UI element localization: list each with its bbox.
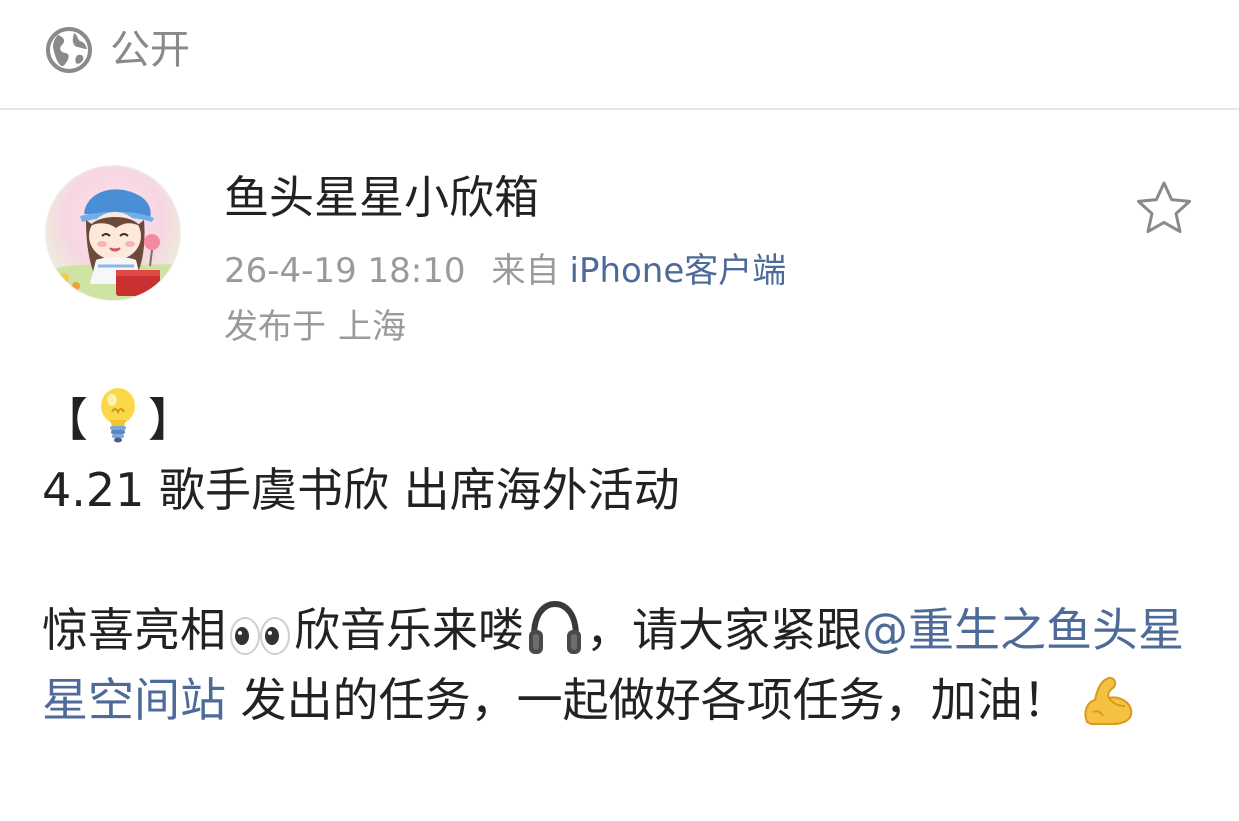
post-content: 【 】 4.21 歌手虞书欣 出席海外活动 惊喜亮相 欣音乐来喽 ，请大家紧跟@… bbox=[42, 385, 1202, 735]
client-link[interactable]: iPhone客户端 bbox=[570, 251, 787, 291]
paragraph-text-1: 惊喜亮相 bbox=[42, 603, 226, 657]
weibo-post-page: 公开 鱼头星星小欣箱 26-4-19 18:10 来自 iPhone客户端 发布… bbox=[0, 0, 1239, 821]
avatar[interactable] bbox=[45, 165, 181, 301]
visibility-bar[interactable]: 公开 bbox=[0, 0, 1239, 110]
visibility-label: 公开 bbox=[110, 27, 190, 73]
location-city: 上海 bbox=[338, 307, 406, 347]
paragraph-text-2: 欣音乐来喽 bbox=[294, 603, 524, 657]
globe-icon bbox=[46, 27, 92, 73]
post-meta: 26-4-19 18:10 来自 iPhone客户端 bbox=[224, 248, 786, 294]
post-headline: 4.21 歌手虞书欣 出席海外活动 bbox=[42, 463, 680, 517]
post-tag: 【 】 bbox=[42, 385, 1202, 455]
from-label: 来自 bbox=[491, 251, 560, 291]
tag-close-bracket: 】 bbox=[148, 393, 194, 447]
star-outline-icon[interactable] bbox=[1134, 180, 1194, 236]
author-name[interactable]: 鱼头星星小欣箱 bbox=[224, 168, 539, 228]
paragraph-text-4: 发出的任务，一起做好各项任务，加油！ bbox=[226, 673, 1069, 727]
light-bulb-emoji bbox=[101, 388, 135, 443]
headphone-emoji bbox=[529, 600, 581, 654]
post-location: 发布于 上海 bbox=[224, 304, 406, 350]
flexed-biceps-emoji bbox=[1084, 676, 1132, 725]
post-paragraph: 惊喜亮相 欣音乐来喽 ，请大家紧跟@重生之鱼头星星空间站 发出的任务，一起做好各… bbox=[42, 595, 1202, 735]
avatar-image bbox=[46, 166, 180, 300]
post-timestamp: 26-4-19 18:10 bbox=[224, 251, 466, 291]
paragraph-text-3: ，请大家紧跟 bbox=[586, 603, 862, 657]
tag-open-bracket: 【 bbox=[42, 393, 88, 447]
location-prefix: 发布于 bbox=[224, 307, 326, 347]
eyes-emoji bbox=[230, 617, 290, 655]
